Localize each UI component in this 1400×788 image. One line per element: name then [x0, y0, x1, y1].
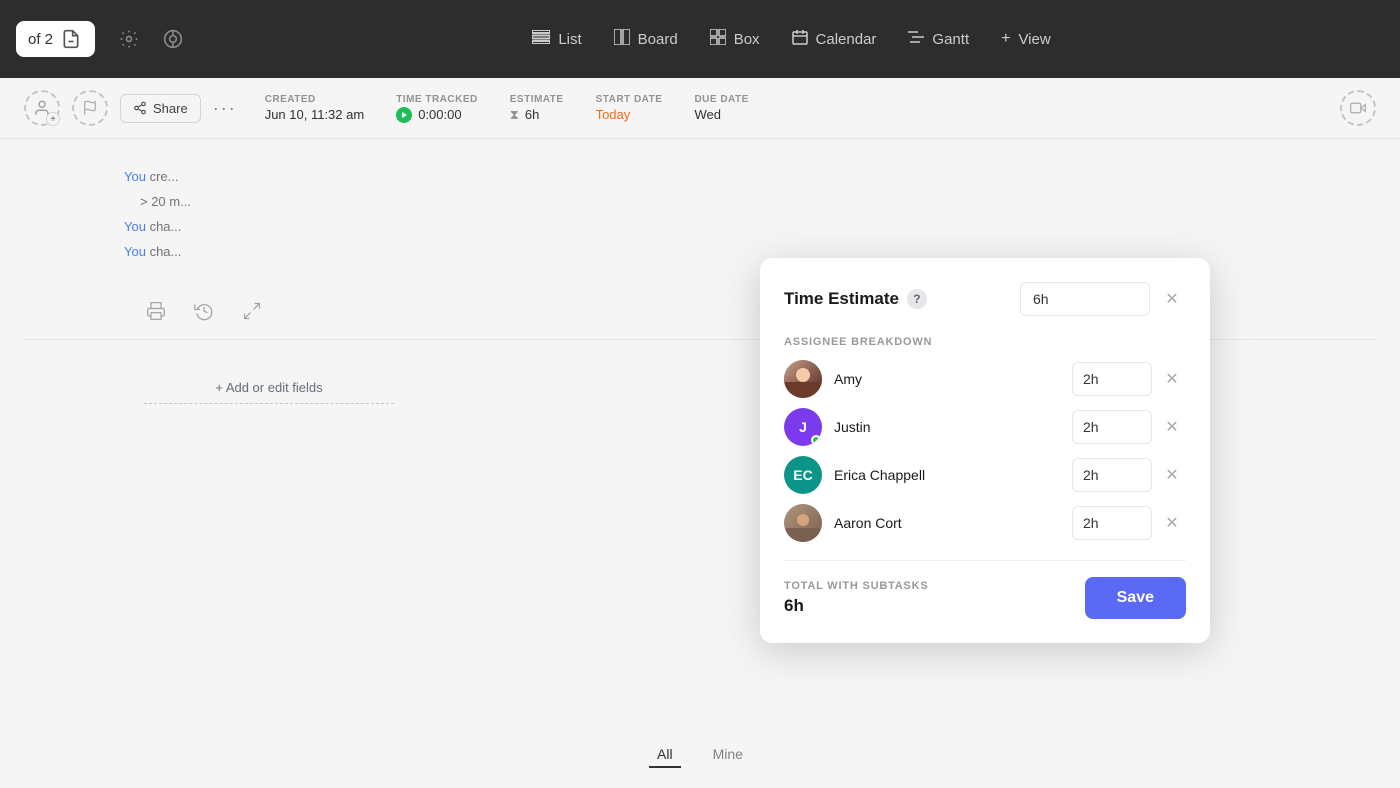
- nav-list-label: List: [558, 31, 581, 48]
- time-estimate-popup: Time Estimate ? ✕ ASSIGNEE BREAKDOWN Amy: [760, 258, 1210, 643]
- assignee-row-amy: Amy ✕: [784, 360, 1186, 398]
- justin-estimate-input[interactable]: [1072, 410, 1152, 444]
- erica-estimate-input[interactable]: [1072, 458, 1152, 492]
- assignee-row-justin: J Justin ✕: [784, 408, 1186, 446]
- box-icon: [710, 29, 726, 50]
- content-area: + Share ··· CREATED Jun 10, 11:32 am TIM…: [0, 78, 1400, 788]
- amy-avatar: [784, 360, 822, 398]
- nav-view-calendar[interactable]: Calendar: [778, 23, 891, 56]
- doc-icon: [59, 27, 83, 51]
- erica-input-row: ✕: [1072, 458, 1186, 492]
- plus-icon: +: [1001, 30, 1010, 48]
- assignee-row-aaron: Aaron Cort ✕: [784, 504, 1186, 542]
- list-icon: [532, 29, 550, 49]
- page-indicator: of 2: [16, 21, 95, 57]
- popup-header: Time Estimate ? ✕: [784, 282, 1186, 316]
- main-estimate-input[interactable]: [1020, 282, 1150, 316]
- main-estimate-row: ✕: [1020, 282, 1186, 316]
- top-navigation: of 2 List: [0, 0, 1400, 78]
- nav-view-box[interactable]: Box: [696, 23, 774, 56]
- nav-box-label: Box: [734, 31, 760, 48]
- gantt-icon: [908, 29, 924, 50]
- nav-view-label: View: [1018, 31, 1050, 48]
- amy-name: Amy: [834, 371, 1060, 387]
- erica-initials: EC: [793, 467, 812, 483]
- aaron-avatar: [784, 504, 822, 542]
- erica-clear[interactable]: ✕: [1158, 461, 1186, 489]
- aaron-clear[interactable]: ✕: [1158, 509, 1186, 537]
- erica-name: Erica Chappell: [834, 467, 1060, 483]
- online-status-dot: [811, 435, 821, 445]
- total-label: TOTAL WITH SUBTASKS: [784, 580, 929, 592]
- nav-icon-2[interactable]: [155, 21, 191, 57]
- aaron-estimate-input[interactable]: [1072, 506, 1152, 540]
- popup-title: Time Estimate ?: [784, 289, 927, 309]
- amy-clear[interactable]: ✕: [1158, 365, 1186, 393]
- erica-avatar: EC: [784, 456, 822, 494]
- justin-avatar: J: [784, 408, 822, 446]
- nav-add-view[interactable]: + View: [987, 24, 1065, 54]
- nav-board-label: Board: [638, 31, 678, 48]
- nav-view-tabs: List Board Box Calendar: [518, 23, 1064, 56]
- total-value: 6h: [784, 596, 929, 616]
- aaron-name: Aaron Cort: [834, 515, 1060, 531]
- nav-icon-1[interactable]: [111, 21, 147, 57]
- justin-clear[interactable]: ✕: [1158, 413, 1186, 441]
- justin-initials: J: [799, 419, 807, 435]
- board-icon: [614, 29, 630, 50]
- page-indicator-text: of 2: [28, 31, 53, 48]
- nav-gantt-label: Gantt: [932, 31, 969, 48]
- nav-view-list[interactable]: List: [518, 23, 595, 55]
- justin-input-row: ✕: [1072, 410, 1186, 444]
- popup-title-text: Time Estimate: [784, 289, 899, 309]
- assignee-breakdown-label: ASSIGNEE BREAKDOWN: [784, 336, 1186, 348]
- calendar-icon: [792, 29, 808, 50]
- aaron-input-row: ✕: [1072, 506, 1186, 540]
- popup-footer: TOTAL WITH SUBTASKS 6h Save: [784, 560, 1186, 619]
- total-section: TOTAL WITH SUBTASKS 6h: [784, 580, 929, 616]
- nav-calendar-label: Calendar: [816, 31, 877, 48]
- main-estimate-clear[interactable]: ✕: [1158, 285, 1186, 313]
- amy-estimate-input[interactable]: [1072, 362, 1152, 396]
- justin-name: Justin: [834, 419, 1060, 435]
- nav-view-gantt[interactable]: Gantt: [894, 23, 983, 56]
- assignee-row-erica: EC Erica Chappell ✕: [784, 456, 1186, 494]
- amy-input-row: ✕: [1072, 362, 1186, 396]
- save-button[interactable]: Save: [1085, 577, 1186, 619]
- nav-view-board[interactable]: Board: [600, 23, 692, 56]
- help-icon[interactable]: ?: [907, 289, 927, 309]
